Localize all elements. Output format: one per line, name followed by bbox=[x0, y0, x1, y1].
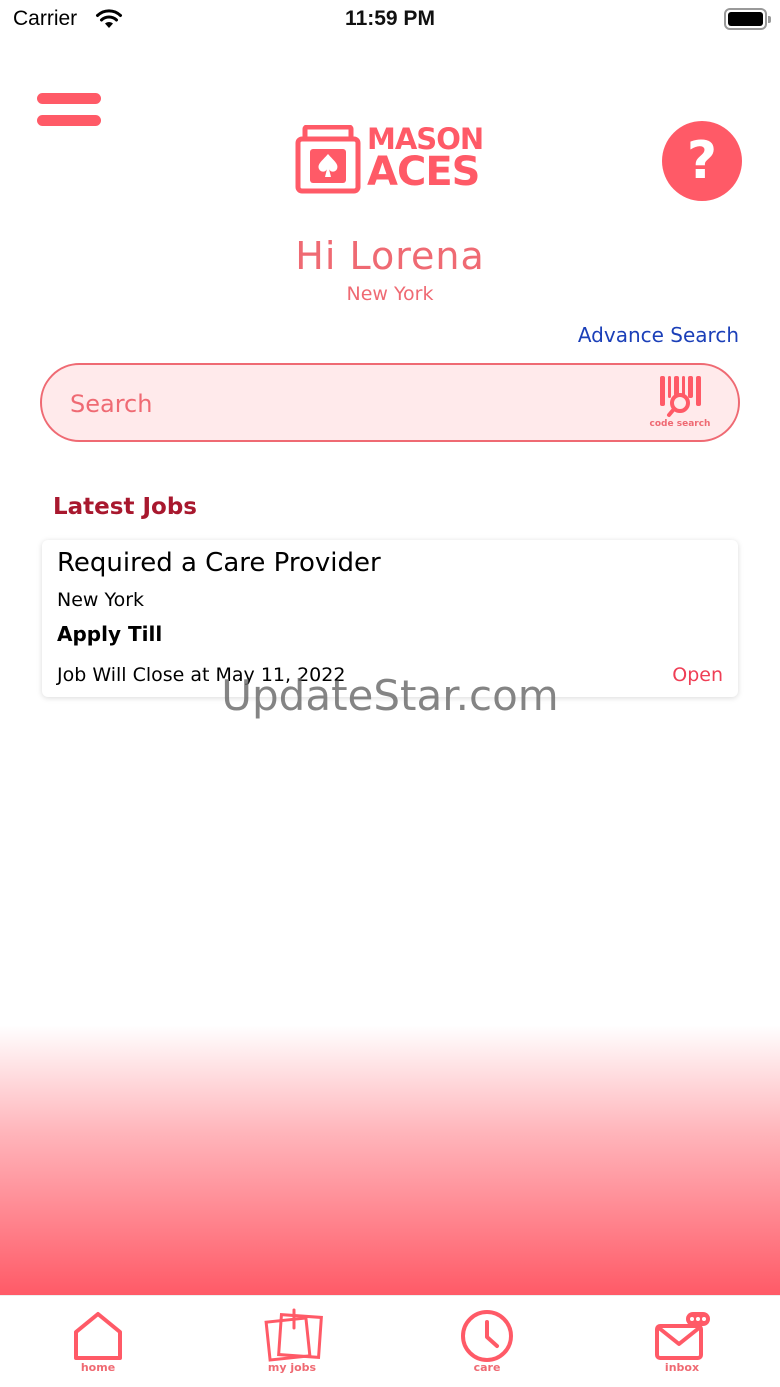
mason-aces-logo: MASON ACES bbox=[295, 124, 487, 195]
watermark-text: UpdateStar.com bbox=[221, 671, 559, 720]
bottom-gradient bbox=[0, 1025, 780, 1295]
tab-my-jobs-label: my jobs bbox=[267, 1361, 317, 1374]
tab-my-jobs[interactable]: my jobs bbox=[242, 1296, 342, 1387]
advance-search-link[interactable]: Advance Search bbox=[578, 323, 739, 347]
job-apply-till-label: Apply Till bbox=[57, 622, 163, 646]
status-time: 11:59 PM bbox=[345, 7, 435, 30]
status-bar: Carrier 11:59 PM bbox=[0, 0, 780, 40]
battery-icon bbox=[724, 8, 771, 30]
search-input[interactable] bbox=[70, 387, 630, 421]
tab-home[interactable]: home bbox=[48, 1296, 148, 1387]
job-title: Required a Care Provider bbox=[57, 548, 381, 578]
jar-spade-icon bbox=[295, 124, 361, 194]
search-bar: code search bbox=[40, 363, 740, 442]
hamburger-menu-icon[interactable] bbox=[37, 93, 101, 129]
tab-inbox[interactable]: inbox bbox=[632, 1296, 732, 1387]
latest-jobs-title: Latest Jobs bbox=[53, 494, 197, 520]
clock-icon bbox=[461, 1310, 513, 1362]
tab-home-label: home bbox=[80, 1361, 116, 1374]
tab-inbox-label: inbox bbox=[664, 1361, 700, 1374]
code-search-label: code search bbox=[649, 419, 711, 429]
job-location: New York bbox=[57, 589, 145, 611]
menu-bar-top bbox=[37, 93, 101, 104]
bottom-tab-bar: home my jobs care inbox bbox=[0, 1295, 780, 1387]
greeting-title: Hi Lorena bbox=[295, 234, 485, 278]
code-search-button[interactable]: code search bbox=[648, 373, 712, 433]
tab-care-label: care bbox=[473, 1361, 501, 1374]
logo-text: MASON ACES bbox=[367, 125, 484, 195]
help-button[interactable]: ? bbox=[662, 121, 742, 201]
notes-icon bbox=[264, 1308, 323, 1362]
code-search-icon bbox=[660, 376, 701, 417]
home-icon bbox=[74, 1312, 122, 1360]
user-location: New York bbox=[346, 283, 434, 305]
logo-line2: ACES bbox=[367, 149, 480, 195]
tab-care[interactable]: care bbox=[437, 1296, 537, 1387]
mail-icon bbox=[655, 1312, 710, 1360]
menu-bar-bottom bbox=[37, 115, 101, 126]
